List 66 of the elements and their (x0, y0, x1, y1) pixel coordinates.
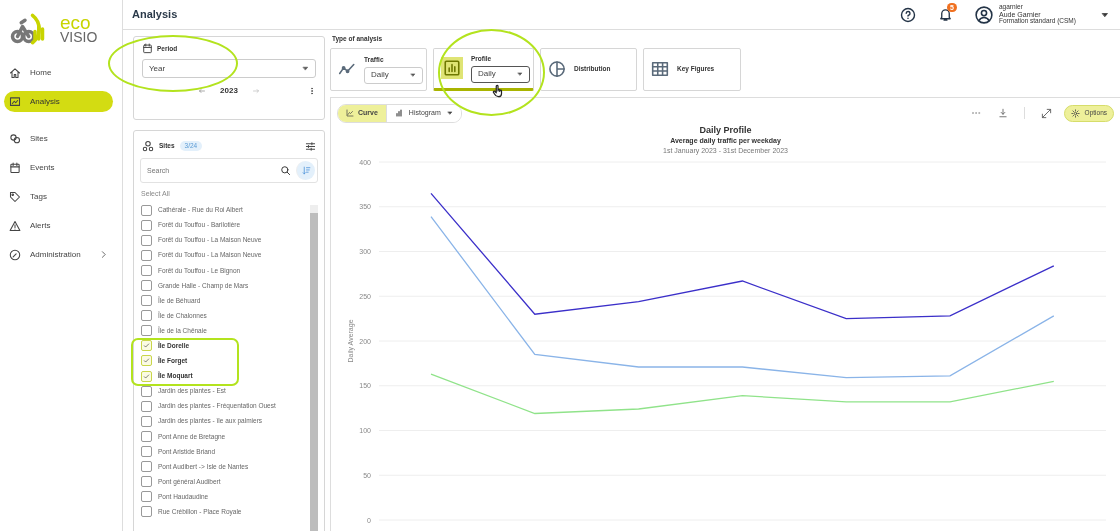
checkbox[interactable] (141, 430, 152, 442)
checkbox[interactable] (141, 295, 152, 307)
checkbox[interactable] (141, 234, 152, 246)
checkbox[interactable] (141, 400, 152, 412)
bar-chart-icon (394, 109, 403, 118)
arrow-right-icon[interactable] (251, 87, 260, 95)
checkbox[interactable] (141, 415, 152, 427)
checkbox[interactable] (141, 264, 152, 276)
warning-icon (9, 219, 21, 232)
checkbox[interactable] (141, 506, 152, 518)
arrow-left-icon[interactable] (198, 87, 207, 95)
calendar-icon (142, 43, 153, 54)
caret-down-icon (517, 71, 523, 78)
home-icon (9, 66, 21, 79)
checkbox[interactable] (141, 219, 152, 231)
checkbox[interactable] (141, 310, 152, 322)
nav-item[interactable]: Analysis (4, 91, 113, 112)
logo-text: VISIO (60, 31, 98, 44)
nav-item[interactable]: Home (4, 62, 113, 83)
checkbox[interactable] (141, 280, 152, 291)
checkbox[interactable] (141, 355, 152, 367)
bar-chart-icon (441, 57, 463, 80)
caret-down-icon[interactable] (1101, 10, 1109, 19)
nav-item[interactable]: Administration (4, 244, 113, 265)
granularity-select[interactable]: Daily (471, 65, 530, 83)
checkbox[interactable] (141, 370, 152, 382)
bell-icon[interactable] (938, 7, 953, 22)
logo-text: eco (60, 14, 91, 32)
chart-icon (9, 95, 21, 108)
caret-down-icon (410, 72, 416, 79)
hand-cursor-icon (491, 83, 505, 99)
chart-title: Daily Profile (699, 125, 752, 136)
nav-item[interactable]: Alerts (4, 215, 113, 236)
checkbox[interactable] (141, 461, 152, 473)
calendar-icon (9, 161, 21, 174)
expand-icon[interactable] (1040, 107, 1052, 119)
checkbox[interactable] (141, 325, 152, 337)
checkbox[interactable] (141, 446, 152, 458)
scrollbar[interactable] (310, 204, 318, 531)
sort-icon (301, 166, 311, 175)
checkbox[interactable] (141, 491, 152, 503)
page-title: Analysis (132, 7, 179, 23)
sliders-icon[interactable] (305, 140, 316, 152)
nav-item[interactable]: Tags (4, 186, 113, 207)
caret-down-icon (302, 65, 309, 72)
nav-item[interactable]: Sites (4, 128, 113, 149)
search-icon[interactable] (280, 165, 291, 176)
period-select[interactable]: Year (142, 59, 316, 78)
help-icon[interactable] (900, 6, 916, 23)
year-label: 2023 (220, 85, 238, 97)
granularity-select[interactable]: Daily (364, 66, 423, 84)
nav-item[interactable]: Events (4, 157, 113, 178)
table-icon (651, 60, 669, 79)
checkbox[interactable] (141, 385, 152, 397)
checkbox[interactable] (141, 249, 152, 261)
user-avatar-icon[interactable] (975, 5, 993, 24)
gear-icon (1070, 108, 1080, 118)
tag-icon (9, 190, 21, 203)
checkbox[interactable] (141, 340, 152, 352)
checkbox[interactable] (141, 204, 152, 216)
more-vertical-icon[interactable] (308, 86, 316, 96)
download-icon[interactable] (997, 108, 1008, 119)
caret-down-icon (446, 110, 453, 117)
checkbox[interactable] (141, 476, 152, 488)
pie-chart-icon (548, 60, 566, 79)
line-chart-icon (346, 109, 354, 118)
